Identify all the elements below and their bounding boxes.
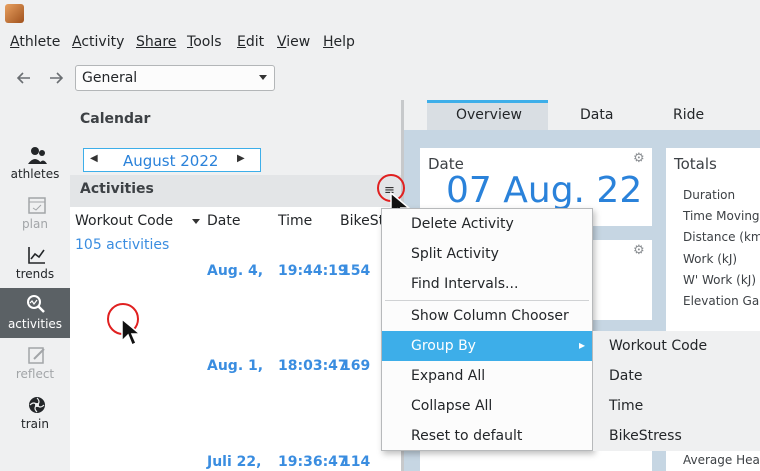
row-time[interactable]: 18:03:47 (278, 358, 348, 374)
column-header-time[interactable]: Time (278, 213, 312, 229)
chevron-down-icon (259, 75, 267, 80)
column-header-workout-code[interactable]: Workout Code (75, 213, 173, 229)
app-icon (5, 4, 24, 23)
sidebar-item-train[interactable]: train (0, 390, 70, 440)
arrow-right-icon[interactable] (46, 68, 66, 88)
row-bikestress[interactable]: 169 (341, 358, 370, 374)
menu-separator (385, 300, 589, 301)
next-month-icon[interactable]: ▶ (237, 153, 245, 164)
sidebar-item-label: reflect (15, 367, 55, 381)
menu-item-delete-activity[interactable]: Delete Activity (411, 216, 514, 232)
menu-edit[interactable]: Edit (237, 34, 264, 50)
perspective-combo-value: General (82, 70, 138, 86)
title-bar (0, 0, 760, 30)
trends-icon (28, 247, 45, 264)
column-header-date[interactable]: Date (207, 213, 240, 229)
sidebar-item-trends[interactable]: trends (0, 240, 70, 290)
totals-label: Distance (km) (683, 230, 760, 244)
submenu-arrow-icon: ▸ (579, 338, 586, 352)
activities-icon (27, 295, 45, 313)
column-header-bikestress[interactable]: BikeStress (340, 213, 382, 229)
row-time[interactable]: 19:36:47 (278, 454, 348, 470)
reflect-icon (28, 347, 45, 364)
totals-label: W' Work (kJ) (683, 273, 757, 287)
gear-icon[interactable]: ⚙ (633, 151, 645, 166)
tab-overview-label: Overview (456, 107, 522, 123)
gear-icon[interactable]: ⚙ (633, 243, 645, 258)
menu-item-collapse-all[interactable]: Collapse All (411, 398, 492, 414)
calendar-header: Calendar (80, 111, 151, 127)
athletes-icon (28, 147, 47, 164)
train-icon (29, 397, 45, 413)
prev-month-icon[interactable]: ◀ (90, 153, 98, 164)
tab-data[interactable]: Data (580, 107, 613, 123)
submenu-item-time[interactable]: Time (609, 398, 643, 414)
menu-item-show-column-chooser[interactable]: Show Column Chooser (411, 308, 569, 324)
menu-athlete[interactable]: Athlete (10, 34, 60, 50)
row-date[interactable]: Aug. 1, (207, 358, 263, 374)
sidebar-item-label: trends (15, 267, 55, 281)
row-time[interactable]: 19:44:19 (278, 263, 348, 279)
tab-ride[interactable]: Ride (673, 107, 704, 123)
sidebar-item-activities[interactable]: activities (0, 288, 70, 338)
row-bikestress[interactable]: 114 (341, 454, 370, 470)
menu-item-split-activity[interactable]: Split Activity (411, 246, 499, 262)
sidebar-item-label: activities (7, 317, 63, 331)
sidebar-item-athletes[interactable]: athletes (0, 140, 70, 190)
menu-activity[interactable]: Activity (72, 34, 124, 50)
menu-item-expand-all[interactable]: Expand All (411, 368, 485, 384)
menu-item-group-by[interactable]: Group By (411, 338, 476, 354)
row-bikestress[interactable]: 154 (341, 263, 370, 279)
totals-label: Work (kJ) (683, 252, 738, 266)
sidebar-item-label: athletes (10, 167, 60, 181)
totals-label: Elevation Gain (683, 294, 760, 308)
date-card-value: 07 Aug. 22 (446, 170, 643, 211)
row-date[interactable]: Aug. 4, (207, 263, 263, 279)
menu-item-find-intervals[interactable]: Find Intervals... (411, 276, 518, 292)
activities-header: Activities (80, 181, 154, 197)
totals-label: Average Heart (683, 453, 760, 467)
context-menu (381, 208, 593, 451)
arrow-left-icon[interactable] (14, 68, 34, 88)
totals-label: Duration (683, 188, 736, 202)
menu-share[interactable]: Share (136, 34, 176, 50)
sidebar-item-plan[interactable]: plan (0, 190, 70, 240)
plan-icon (28, 197, 46, 214)
sidebar-item-reflect[interactable]: reflect (0, 340, 70, 390)
menu-help[interactable]: Help (323, 34, 355, 50)
menu-item-reset-to-default[interactable]: Reset to default (411, 428, 522, 444)
sidebar-item-label: train (21, 417, 49, 431)
submenu-item-date[interactable]: Date (609, 368, 642, 384)
sidebar-item-label: plan (22, 217, 48, 231)
mouse-cursor-icon (121, 317, 143, 347)
submenu-item-bikestress[interactable]: BikeStress (609, 428, 682, 444)
menu-tools[interactable]: Tools (187, 34, 222, 50)
menu-view[interactable]: View (277, 34, 310, 50)
submenu-item-workout-code[interactable]: Workout Code (609, 338, 707, 354)
sort-arrow-icon (192, 219, 200, 224)
calendar-month: August 2022 (123, 152, 219, 170)
totals-title: Totals (674, 155, 717, 173)
totals-label: Time Moving (683, 209, 760, 223)
row-date[interactable]: Juli 22, (207, 454, 261, 470)
activity-count: 105 activities (75, 237, 170, 253)
